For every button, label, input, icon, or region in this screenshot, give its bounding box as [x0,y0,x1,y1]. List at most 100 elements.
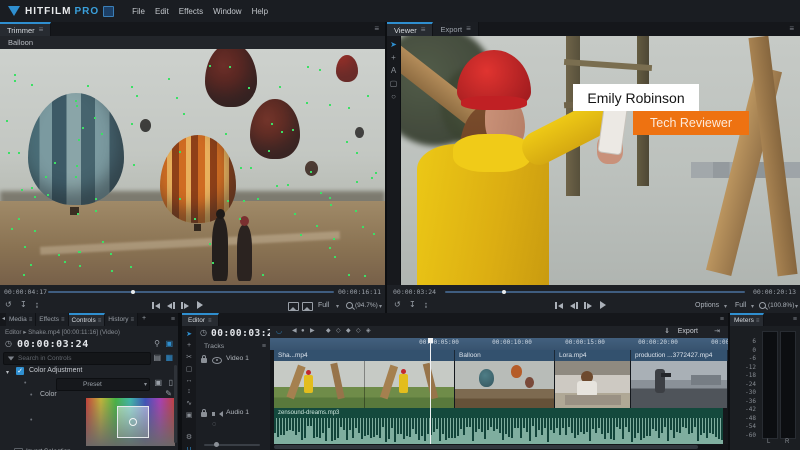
tab-editor[interactable]: Editor ≡ [182,313,219,326]
select-tool-icon[interactable]: ➤ [387,40,400,49]
export-queue-icon[interactable]: ⇥ [714,328,720,335]
slip-tool-icon[interactable]: ↕ [182,388,196,395]
timeline-h-scrollbar-thumb[interactable] [274,445,698,449]
viewer-zoom-level[interactable]: (100.8%) [768,302,794,309]
trimmer-scale-mode[interactable]: Full [318,302,329,309]
tab-history[interactable]: History ≡ [105,313,139,326]
trimmer-tab-menu-icon[interactable]: ≡ [39,26,44,34]
timeline-export-button[interactable]: Export [678,328,698,335]
controls-search-field[interactable]: Search in Controls [3,352,151,365]
clip-video-2[interactable]: Balloon [455,350,555,408]
panel-layout-icon[interactable]: ▣ [165,340,173,348]
viewer-options-caret-icon[interactable]: ▾ [724,303,727,310]
play-button[interactable] [197,301,203,309]
tab-viewer[interactable]: Viewer ≡ [387,22,434,36]
trimmer-panel-menu-icon[interactable]: ≡ [374,25,379,33]
viewer-options-button[interactable]: Options [695,302,719,309]
timeline-h-scrollbar[interactable] [270,444,728,450]
preset-dropdown[interactable]: Preset ▾ [56,378,150,391]
set-in-point-icon[interactable]: ↨ [35,301,39,309]
timeline-hand-tool-icon[interactable]: + [182,342,196,349]
list-view-icon[interactable]: ▤ [153,354,161,362]
viewer-tab-menu-icon[interactable]: ≡ [421,26,426,34]
menu-item-edit[interactable]: Edit [155,7,169,16]
menu-item-effects[interactable]: Effects [179,7,203,16]
light-tool-icon[interactable]: ○ [387,92,400,101]
tab-meters[interactable]: Meters ≡ [730,313,765,326]
track-zoom-slider[interactable] [204,442,260,447]
viewer-step-forward-button[interactable] [584,302,592,309]
audio-track-speaker-icon[interactable] [212,411,223,417]
preset-keyframe-bullet[interactable]: • [24,380,26,387]
viewer-set-in-point-icon[interactable]: ↨ [424,301,428,309]
viewer-go-to-start-button[interactable] [555,302,563,309]
track-zoom-slider-handle[interactable] [214,442,219,447]
ripple-delete-icon[interactable]: ◆ [326,328,331,334]
mask-tool-icon[interactable]: ▢ [387,79,400,88]
pin-properties-icon[interactable]: ⚲ [154,340,160,348]
trimmer-video-preview[interactable] [0,49,385,285]
controls-panel-menu-icon[interactable]: ≡ [171,316,175,323]
channel-view-icon[interactable] [302,302,313,311]
viewer-export-frame-icon[interactable]: ↧ [409,301,416,309]
trimmer-seek-bar[interactable] [48,290,334,294]
timeline-playhead-handle[interactable] [428,338,433,343]
tracks-menu-icon[interactable]: ≡ [262,343,266,350]
viewer-loop-playback-icon[interactable]: ↺ [394,301,401,309]
effect-name[interactable]: Color Adjustment [29,367,82,374]
audio-track-lock-icon[interactable] [201,409,207,417]
color-picker-selection-box[interactable] [117,406,149,438]
menu-item-window[interactable]: Window [213,7,241,16]
export-tab-menu-icon[interactable]: ≡ [466,25,471,33]
video-track-visibility-icon[interactable] [212,357,222,364]
color-gradient-picker[interactable] [86,398,175,446]
add-keyframe-icon[interactable]: ● [301,328,305,334]
grid-view-icon[interactable]: ▦ [165,354,173,362]
step-back-button[interactable] [167,302,175,309]
tab-export[interactable]: Export ≡ [433,22,479,36]
tab-scroll-left-icon[interactable]: ◂ [2,316,5,326]
insert-clip-icon[interactable]: ◇ [356,328,361,334]
clip-video-4[interactable]: production ...3772427.mp4 [631,350,728,408]
prev-keyframe-icon[interactable]: ◀ [292,328,297,334]
color-picker-cursor[interactable] [129,418,137,426]
tab-effects[interactable]: Effects ≡ [36,313,69,326]
trimmer-playhead-handle[interactable] [130,290,135,294]
trimmer-scale-caret-icon[interactable]: ▾ [336,303,339,310]
timeline-panel-menu-icon[interactable]: ≡ [720,316,724,323]
viewer-scale-mode[interactable]: Full [735,302,746,309]
go-to-start-button[interactable] [152,302,160,309]
slice-tool-icon[interactable]: ✂ [182,353,196,361]
viewer-seek-bar[interactable] [445,290,745,294]
audio-track-label[interactable]: Audio 1 [226,409,249,416]
tab-trimmer[interactable]: Trimmer ≡ [0,22,52,36]
next-keyframe-icon[interactable]: ▶ [310,328,315,334]
viewer-scale-caret-icon[interactable]: ▾ [751,303,754,310]
gradient-keyframe-bullet[interactable]: • [30,417,32,424]
timeline-playhead[interactable] [428,338,433,444]
audio-mute-icon[interactable]: ◌ [212,421,216,428]
object-export-icon[interactable]: ▣ [182,411,196,419]
color-keyframe-bullet[interactable]: • [30,392,32,399]
add-panel-tab-button[interactable]: + [142,315,146,326]
range-select-tool-icon[interactable]: ▢ [182,365,196,373]
ripple-tool-icon[interactable]: ↔ [182,377,196,384]
tab-media[interactable]: Media ≡ [6,313,37,326]
save-preset-icon[interactable]: ▣ [154,379,162,387]
controls-scrollbar[interactable] [174,365,177,443]
clip-video-1[interactable]: Sha...mp4 [274,350,455,408]
universal-track-icon[interactable]: ∪ [182,445,196,450]
loop-playback-icon[interactable]: ↺ [5,301,12,309]
tab-controls[interactable]: Controls ≡ [68,313,106,326]
mask-view-icon[interactable] [288,302,299,311]
trimmer-zoom-level[interactable]: (94.7%) [355,302,378,309]
text-tool-icon[interactable]: A [387,66,400,75]
eyedropper-icon[interactable]: ✎ [165,390,172,398]
roll-edit-icon[interactable]: ◇ [336,328,341,334]
video-track-lock-icon[interactable] [201,355,207,363]
clip-video-3[interactable]: Lora.mp4 [555,350,631,408]
timeline-settings-icon[interactable]: ⚙ [182,433,196,441]
menu-item-help[interactable]: Help [252,7,268,16]
controls-timecode[interactable]: 00:00:03:24 [17,339,89,350]
effect-enabled-checkbox[interactable]: ✓ [16,367,24,375]
